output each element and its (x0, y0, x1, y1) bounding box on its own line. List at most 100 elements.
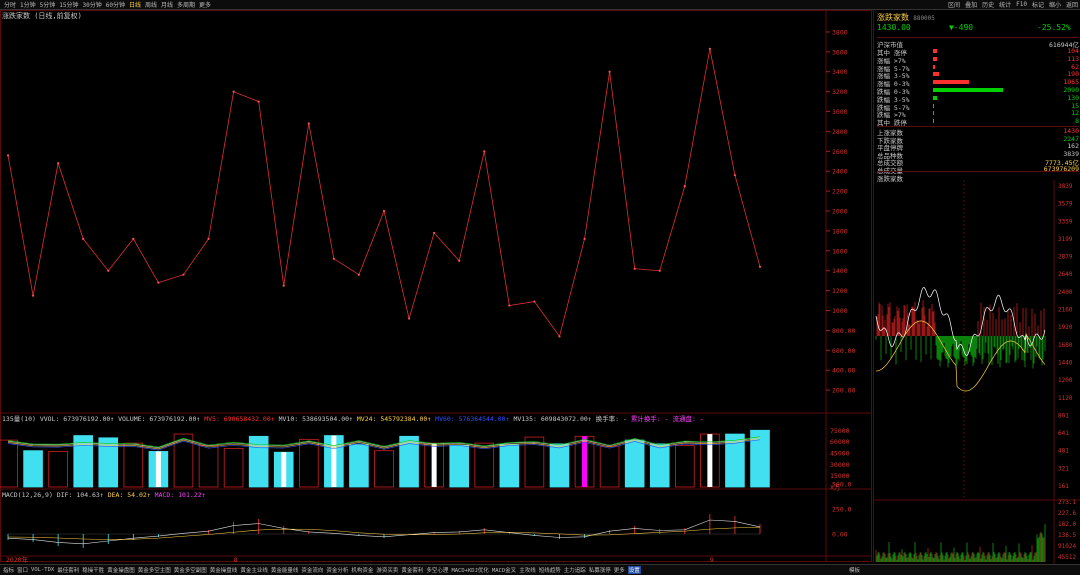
indicator-tabs-bar: 指标 窗口 VOL-TDX 最佳套利 稳操干胜 黄金操盘图 黄金多空主图 黄金多空副图 黄金操盘… (0, 564, 1080, 575)
volume-bar (474, 442, 495, 488)
indicator-tab-6[interactable]: 黄金多空主图 (138, 566, 171, 574)
indicator-tab-16[interactable]: 多空心理 (426, 566, 448, 574)
toolbar-right-item-2[interactable]: 历史 (982, 0, 994, 9)
y-tick-label: 1000 (832, 307, 848, 315)
macd-header: MACD(12,26,9) DIF: 104.63↑ DEA: 54.02↑ M… (2, 491, 206, 499)
period-tab-1[interactable]: 1分钟 (20, 0, 36, 9)
volume-bar (374, 450, 394, 488)
mini-y-tick: 481 (1058, 448, 1069, 455)
quote-panel: 涨跌家数 880005 1430.00 ▼-490 -25.52% 沪深市值 6… (873, 10, 1080, 564)
mini-y-tick: 2160 (1058, 307, 1073, 314)
indicator-tab-23[interactable]: 更多 (614, 566, 625, 574)
y-tick-label: 1400 (832, 267, 848, 275)
price-point (107, 269, 110, 272)
mini-volume-tick: 45512 (1058, 554, 1076, 561)
vvol-value: VVOL: 673976192.00↑ (39, 415, 115, 423)
toolbar-right-item-6[interactable]: 缩小 (1049, 0, 1061, 9)
volume-bar (499, 444, 520, 488)
period-toolbar: 分时 1分钟 5分钟 15分钟 30分钟 60分钟 日线 周线 月线 多周期 更多 区间 叠加 历史 统计 F… (0, 0, 1080, 10)
indicator-tab-19[interactable]: 主攻线 (519, 566, 536, 574)
mv24-value: MV24: 545792384.00↑ (356, 415, 432, 423)
indicator-tab-8[interactable]: 黄金操盘线 (210, 566, 238, 574)
indicator-tab-3[interactable]: 最佳套利 (57, 566, 79, 574)
indicator-tab-14[interactable]: 游资买卖 (376, 566, 398, 574)
indicator-tab-22[interactable]: 私募涨停 (589, 566, 611, 574)
indicator-tab-11[interactable]: 资金流向 (301, 566, 323, 574)
period-tab-9[interactable]: 多周期 (177, 0, 195, 9)
period-tab-7[interactable]: 周线 (145, 0, 157, 9)
breakdown-value: 113 (1067, 54, 1079, 63)
breakdown-value: 104 (1067, 47, 1079, 55)
toolbar-right-item-7[interactable]: 返回 (1066, 0, 1078, 9)
volume-bar (48, 451, 68, 488)
toolbar-right-item-1[interactable]: 叠加 (965, 0, 977, 9)
template-tab[interactable]: 模板 (849, 566, 860, 574)
breakdown-value: 1065 (1063, 78, 1079, 87)
indicator-tab-4[interactable]: 稳操干胜 (82, 566, 104, 574)
breakdown-value: 8 (1075, 117, 1079, 126)
volume-ma-line (7, 438, 761, 450)
price-point (583, 237, 586, 240)
indicator-tab-17[interactable]: MACD+KDJ优化 (451, 566, 489, 574)
toolbar-right-item-0[interactable]: 区间 (948, 0, 960, 9)
price-point (483, 150, 486, 153)
indicator-tab-9[interactable]: 黄金主业线 (240, 566, 268, 574)
period-tab-0[interactable]: 分时 (4, 0, 16, 9)
indicator-tab-0[interactable]: 指标 (3, 566, 14, 574)
volume-bar (198, 444, 219, 488)
price-point (508, 304, 511, 307)
indicator-tab-18[interactable]: MACD金叉 (492, 566, 516, 574)
mv5-value: MV5: 690658432.00↑ (204, 415, 275, 423)
indicator-tab-7[interactable]: 黄金多空副图 (174, 566, 207, 574)
y-tick-label: 1200 (832, 287, 848, 295)
volume-bar (298, 438, 319, 488)
price-point (31, 294, 35, 297)
indicator-tab-2[interactable]: VOL-TDX (31, 567, 54, 573)
period-tab-5[interactable]: 60分钟 (106, 0, 125, 9)
summary-row: 平盘停牌 162 (877, 142, 1079, 152)
toolbar-right-item-4[interactable]: F10 (1016, 1, 1027, 8)
indicator-tab-24[interactable]: 设置 (627, 566, 641, 574)
period-tab-8[interactable]: 月线 (161, 0, 173, 9)
period-tab-10[interactable]: 更多 (199, 0, 211, 9)
indicator-tab-20[interactable]: 短线趋势 (539, 566, 561, 574)
volume-bar (624, 439, 645, 488)
indicator-tab-5[interactable]: 黄金操盘图 (107, 566, 135, 574)
price-point (533, 300, 536, 303)
price-point (683, 185, 686, 188)
float-value: 流通盘: - (672, 415, 704, 423)
price-point (157, 281, 160, 284)
price-point (332, 257, 335, 260)
breakdown-bar (933, 111, 934, 116)
indicator-tab-21[interactable]: 主力追踪 (564, 566, 586, 574)
period-tab-2[interactable]: 5分钟 (40, 0, 56, 9)
price-point (633, 267, 636, 270)
toolbar-right-item-5[interactable]: 标记 (1032, 0, 1044, 9)
period-tab-6[interactable]: 日线 (129, 0, 141, 9)
volume-bar (123, 442, 144, 488)
mini-y-tick: 3359 (1058, 218, 1073, 225)
volume-bar (349, 444, 369, 488)
mini-y-tick: 3579 (1058, 201, 1073, 208)
mini-y-tick: 1680 (1058, 342, 1073, 349)
indicator-tab-1[interactable]: 窗口 (17, 566, 28, 574)
period-tab-4[interactable]: 30分钟 (83, 0, 102, 9)
y-tick-label: 3600 (832, 48, 848, 56)
period-tab-3[interactable]: 15分钟 (59, 0, 78, 9)
price-point (558, 335, 561, 338)
breakdown-row: 跌幅 0-3% 2090 (877, 86, 1079, 96)
breakdown-row: 其中 涨停 104 (877, 47, 1079, 57)
y-tick-label: 200.00 (832, 387, 856, 395)
volume-y-tick: 60000 (830, 438, 850, 446)
mv135-value: MV135: 609843072.00↑ (513, 415, 592, 423)
turnover-value: 换手率: - (595, 415, 627, 423)
indicator-tab-13[interactable]: 机构资金 (351, 566, 373, 574)
indicator-tab-10[interactable]: 黄金能量线 (271, 566, 299, 574)
volume-bar (675, 444, 695, 488)
indicator-tab-15[interactable]: 黄金套利 (401, 566, 423, 574)
main-chart-svg[interactable]: 3800 3600 3400 3200 3000 2800 2600 2400 2200 2000… (0, 10, 872, 564)
indicator-tab-12[interactable]: 资金分析 (326, 566, 348, 574)
toolbar-right-item-3[interactable]: 统计 (999, 0, 1011, 9)
mini-chart[interactable]: 3839 3579 3359 3199 2879 2640 2400 2160 1920 1680… (874, 180, 1080, 564)
y-tick-label: 2400 (832, 168, 848, 176)
